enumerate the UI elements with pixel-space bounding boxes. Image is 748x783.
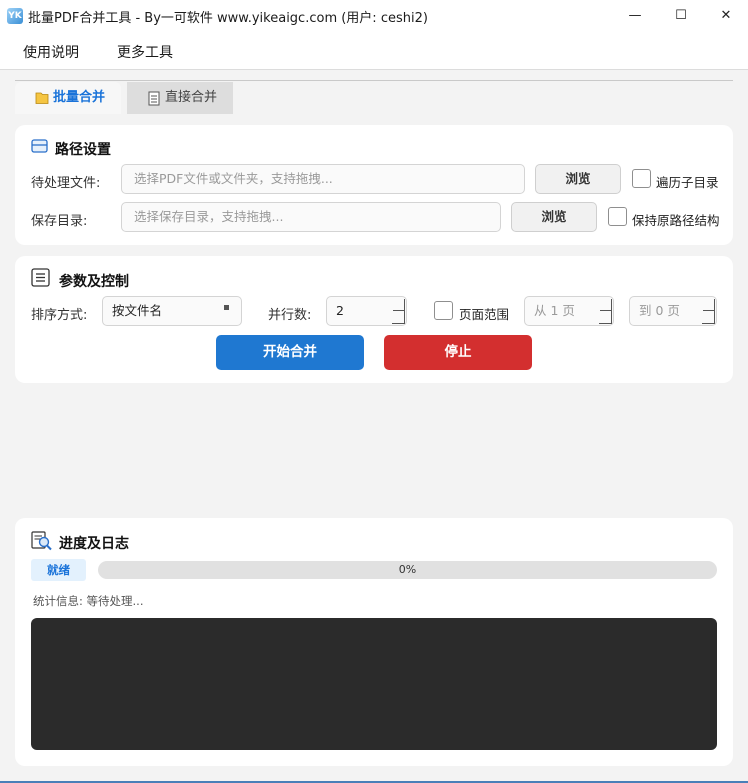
keep-structure-label: 保持原路径结构 [632, 213, 720, 228]
dropdown-icon [224, 305, 229, 310]
app-icon: YK [7, 8, 23, 24]
output-input[interactable]: 选择保存目录，支持拖拽... [121, 202, 501, 232]
section-title-path: 路径设置 [55, 142, 111, 158]
recurse-subdir-checkbox[interactable] [632, 169, 651, 188]
minimize-button[interactable]: — [612, 0, 658, 32]
spin-arrows-icon [702, 299, 715, 324]
parallel-label: 并行数: [268, 308, 312, 323]
title-bar: YK 批量PDF合并工具 - By一可软件 www.yikeaigc.com (… [0, 0, 748, 32]
log-output[interactable] [31, 618, 717, 750]
close-icon: ✕ [720, 8, 732, 23]
menu-item-more-tools[interactable]: 更多工具 [117, 42, 173, 62]
start-merge-button[interactable]: 开始合并 [216, 335, 364, 370]
page-range-label: 页面范围 [459, 307, 510, 322]
to-page-spinbox[interactable]: 到 0 页 [629, 296, 717, 326]
progress-text: 0% [398, 563, 417, 576]
list-icon [31, 268, 50, 291]
page-range-checkbox[interactable] [434, 301, 453, 320]
sort-value: 按文件名 [112, 303, 163, 318]
stop-button[interactable]: 停止 [384, 335, 532, 370]
maximize-icon: ☐ [675, 8, 687, 23]
source-input[interactable]: 选择PDF文件或文件夹，支持拖拽... [121, 164, 525, 194]
parallel-value: 2 [336, 303, 344, 318]
section-title-params: 参数及控制 [59, 274, 129, 290]
drive-icon [31, 138, 48, 158]
parallel-spinbox[interactable]: 2 [326, 296, 407, 326]
menu-bar: 使用说明 更多工具 [0, 32, 748, 70]
spin-arrows-icon [392, 299, 405, 324]
recurse-subdir-label: 遍历子目录 [656, 175, 719, 190]
document-icon [147, 82, 161, 127]
tab-label: 直接合并 [165, 90, 218, 105]
status-badge: 就绪 [31, 559, 86, 581]
maximize-button[interactable]: ☐ [658, 0, 704, 32]
section-title-log: 进度及日志 [59, 536, 129, 552]
folder-icon [35, 82, 49, 127]
tab-direct-merge[interactable]: 直接合并 [127, 82, 233, 114]
minimize-icon: — [628, 8, 642, 23]
log-search-icon [31, 530, 52, 555]
tab-divider [15, 80, 733, 81]
window-title: 批量PDF合并工具 - By一可软件 www.yikeaigc.com (用户:… [28, 11, 428, 26]
from-page-spinbox[interactable]: 从 1 页 [524, 296, 614, 326]
from-page-value: 从 1 页 [534, 303, 575, 318]
sort-label: 排序方式: [31, 308, 88, 323]
menu-item-usage[interactable]: 使用说明 [23, 42, 79, 62]
tab-batch-merge[interactable]: 批量合并 [15, 82, 121, 114]
source-label: 待处理文件: [31, 176, 101, 191]
sort-select[interactable]: 按文件名 [102, 296, 242, 326]
tab-label: 批量合并 [53, 90, 106, 105]
output-label: 保存目录: [31, 214, 88, 229]
stats-text: 统计信息: 等待处理... [33, 594, 144, 608]
to-page-value: 到 0 页 [639, 303, 680, 318]
keep-structure-checkbox[interactable] [608, 207, 627, 226]
browse-output-button[interactable]: 浏览 [511, 202, 597, 232]
browse-source-button[interactable]: 浏览 [535, 164, 621, 194]
spin-arrows-icon [599, 299, 612, 324]
close-button[interactable]: ✕ [703, 0, 748, 32]
